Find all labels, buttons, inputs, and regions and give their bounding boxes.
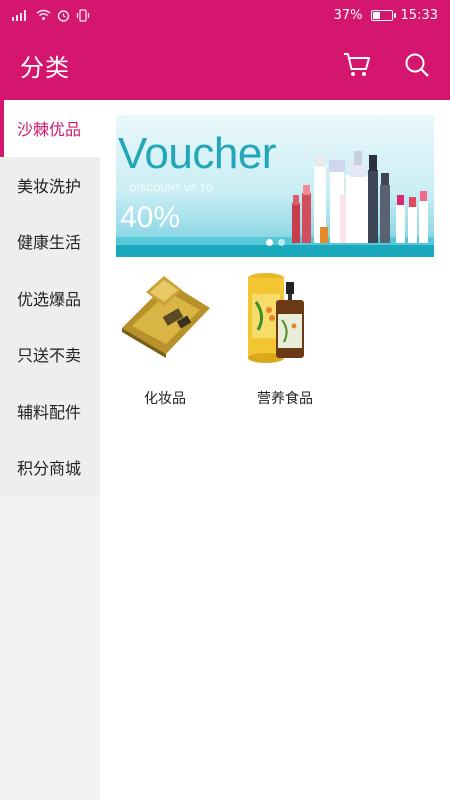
sidebar-item-label: 沙棘优品: [17, 120, 82, 140]
sidebar-item-label: 美妆洗护: [17, 176, 82, 196]
sidebar-item-points-mall[interactable]: 积分商城: [0, 439, 100, 496]
status-bar: 37% 15:33: [0, 0, 450, 30]
category-content: Voucher DISCOUNT UP TO 40% 化妆品 营养食品: [100, 100, 450, 800]
battery-percent: 37%: [333, 7, 363, 23]
category-sidebar: 沙棘优品 美妆洗护 健康生活 优选爆品 只送不卖 辅料配件 积分商城: [0, 100, 100, 800]
sidebar-item-gifts[interactable]: 只送不卖: [0, 326, 100, 383]
carousel-dot-active: [266, 239, 273, 246]
banner-percent: 40%: [120, 201, 181, 234]
search-button[interactable]: [402, 50, 432, 80]
cart-icon: [344, 53, 370, 76]
subcategory-cosmetics[interactable]: 化妆品: [116, 268, 214, 408]
sidebar-item-label: 健康生活: [17, 233, 82, 253]
sidebar-item-accessories[interactable]: 辅料配件: [0, 382, 100, 439]
sidebar-item-beauty[interactable]: 美妆洗护: [0, 156, 100, 213]
battery-icon: [370, 9, 396, 21]
promo-banner[interactable]: Voucher DISCOUNT UP TO 40%: [116, 115, 434, 257]
sidebar-item-label: 积分商城: [17, 459, 82, 479]
alarm-icon: [57, 9, 70, 22]
subcategory-grid: 化妆品 营养食品: [116, 268, 334, 408]
nutrition-thumbnail: [236, 268, 334, 366]
search-icon: [405, 53, 429, 77]
cart-button[interactable]: [342, 50, 372, 80]
status-icons: [12, 8, 90, 22]
banner-title: Voucher: [118, 129, 276, 178]
sidebar-item-label: 辅料配件: [17, 402, 82, 422]
sidebar-item-health[interactable]: 健康生活: [0, 213, 100, 270]
signal-icon: [12, 10, 26, 21]
subcategory-nutrition[interactable]: 营养食品: [236, 268, 334, 408]
page-title: 分类: [20, 53, 70, 82]
carousel-dot: [278, 239, 285, 246]
subcategory-label: 营养食品: [257, 391, 313, 407]
subcategory-label: 化妆品: [144, 391, 186, 407]
carousel-indicator: [266, 239, 285, 246]
sidebar-item-hot-picks[interactable]: 优选爆品: [0, 269, 100, 326]
clock: 15:33: [400, 7, 438, 23]
sidebar-item-seabuckthorn[interactable]: 沙棘优品: [0, 100, 100, 157]
sidebar-item-label: 只送不卖: [17, 346, 82, 366]
vibrate-icon: [76, 8, 90, 22]
app-bar: 分类: [0, 30, 450, 100]
banner-subtitle: DISCOUNT UP TO: [130, 183, 214, 193]
wifi-icon: [36, 9, 51, 20]
sidebar-item-label: 优选爆品: [17, 289, 82, 309]
cosmetics-thumbnail: [116, 268, 214, 366]
